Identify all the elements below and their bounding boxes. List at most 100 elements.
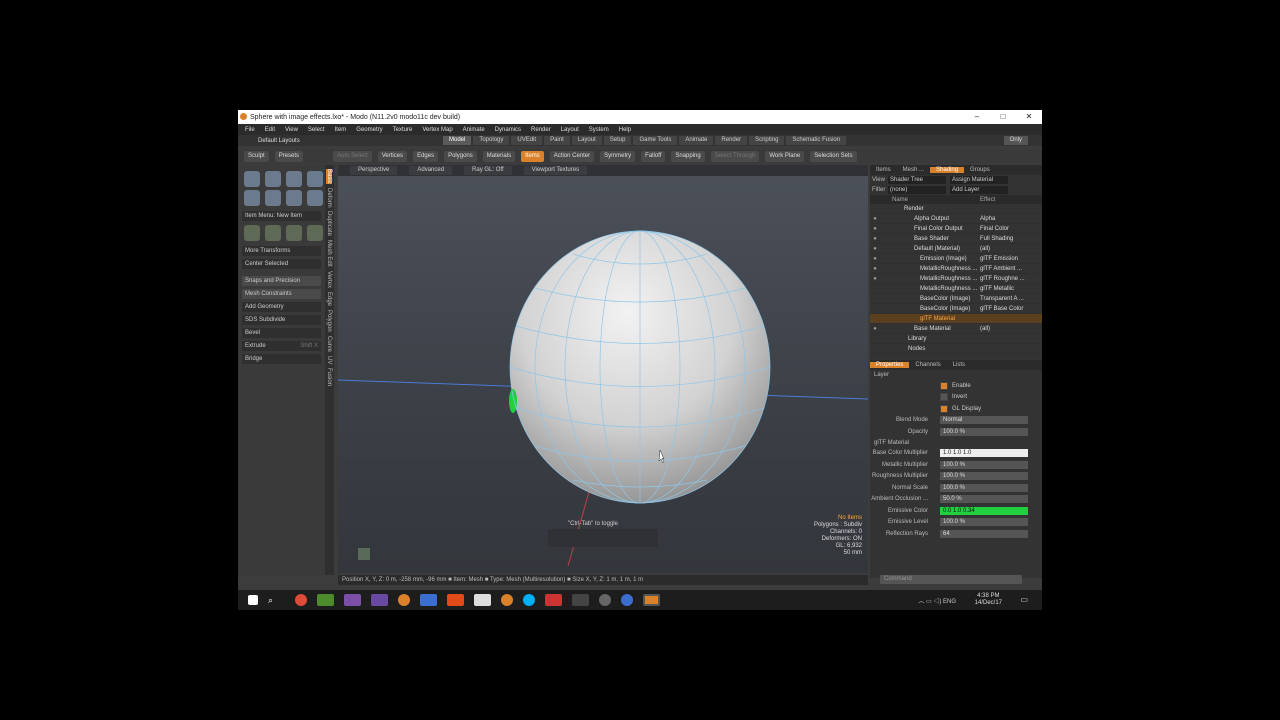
sphere-tool-icon[interactable]	[265, 171, 281, 187]
mesh-constraints-button[interactable]: Mesh Constraints	[242, 289, 321, 299]
github-icon[interactable]	[599, 594, 611, 606]
tree-row[interactable]: Render	[870, 204, 1042, 214]
invert-checkbox[interactable]	[940, 393, 948, 402]
maximize-icon[interactable]: □	[990, 110, 1016, 124]
eye-icon[interactable]: ●	[870, 216, 880, 222]
normal-scale-field[interactable]: 100.0 %	[940, 483, 1028, 492]
items-button[interactable]: Items	[521, 150, 544, 162]
ray-gl-toggle[interactable]: Ray GL: Off	[464, 166, 512, 175]
view-dropdown[interactable]: Shader Tree	[888, 176, 946, 184]
menu-view[interactable]: View	[285, 127, 298, 133]
menu-item[interactable]: Item	[335, 127, 347, 133]
viewport-textures-toggle[interactable]: Viewport Textures	[523, 166, 588, 175]
blend-mode-dropdown[interactable]: Normal	[940, 416, 1028, 425]
filter-dropdown[interactable]: (none)	[888, 186, 946, 194]
base-color-multiplier-field[interactable]: 1.0 1.0 1.0	[940, 449, 1028, 458]
tab-duplicate[interactable]: Duplicate	[326, 211, 332, 236]
vivaldi-icon[interactable]	[447, 594, 464, 606]
menu-vertex-map[interactable]: Vertex Map	[422, 127, 452, 133]
menu-geometry[interactable]: Geometry	[356, 127, 382, 133]
tab-render[interactable]: Render	[715, 136, 748, 145]
eye-icon[interactable]: ●	[870, 326, 880, 332]
menu-dynamics[interactable]: Dynamics	[495, 127, 521, 133]
tab-shading[interactable]: Shading	[930, 167, 965, 173]
tree-row[interactable]: ● Emission (Image) glTF Emission	[870, 254, 1042, 264]
snapping-button[interactable]: Snapping	[671, 150, 705, 162]
blender-icon[interactable]	[621, 594, 633, 606]
gltf-section[interactable]: glTF Material	[870, 438, 1042, 448]
language-indicator[interactable]: ENG	[943, 599, 956, 605]
bevel-button[interactable]: Bevel	[242, 328, 321, 338]
eye-icon[interactable]: ●	[870, 246, 880, 252]
tree-row[interactable]: Nodes	[870, 344, 1042, 354]
symmetry-button[interactable]: Symmetry	[600, 150, 636, 162]
gl-display-checkbox[interactable]	[940, 404, 948, 413]
cylinder-tool-icon[interactable]	[286, 171, 302, 187]
tree-row[interactable]: ● MetallicRoughness ... glTF Ambient ...	[870, 264, 1042, 274]
tab-animate[interactable]: Animate	[679, 136, 714, 145]
3d-viewport[interactable]: Perspective Advanced Ray GL: Off Viewpor…	[338, 165, 868, 573]
sds-subdivide-button[interactable]: SDS Subdivide	[242, 315, 321, 325]
explorer-icon[interactable]	[474, 594, 491, 606]
menu-render[interactable]: Render	[531, 127, 551, 133]
work-plane-button[interactable]: Work Plane	[765, 150, 805, 162]
eye-icon[interactable]: ●	[870, 226, 880, 232]
tab-scripting[interactable]: Scripting	[749, 136, 785, 145]
menu-layout[interactable]: Layout	[561, 127, 579, 133]
chrome-icon[interactable]	[295, 594, 307, 606]
enable-checkbox[interactable]	[940, 381, 948, 390]
select-through-button[interactable]: Select Through	[710, 150, 760, 162]
item-menu-dropdown[interactable]: Item Menu: New Item	[242, 211, 321, 221]
visual-studio-code-icon[interactable]	[371, 594, 388, 606]
cube-tool-icon[interactable]	[244, 171, 260, 187]
viewport-pie-toolbar[interactable]	[548, 529, 658, 547]
terminal-icon[interactable]	[572, 594, 589, 606]
menu-system[interactable]: System	[589, 127, 609, 133]
visual-studio-icon[interactable]	[344, 594, 361, 606]
ambient-occlusion-field[interactable]: 50.0 %	[940, 495, 1028, 504]
tab-polygon[interactable]: Polygon	[326, 310, 332, 332]
notepad-icon[interactable]	[317, 594, 334, 606]
tree-row[interactable]: ● Default (Material) (all)	[870, 244, 1042, 254]
add-geometry-button[interactable]: Add Geometry	[242, 302, 321, 312]
move-tool-icon[interactable]	[244, 225, 260, 241]
text-tool-icon[interactable]	[307, 190, 323, 206]
tab-vertex[interactable]: Vertex	[326, 271, 332, 288]
tab-uvedit[interactable]: UVEdit	[511, 136, 543, 145]
tray-icons[interactable]: ︿ ▭ ◁) ENG	[918, 596, 956, 605]
tree-row[interactable]: BaseColor (Image) glTF Base Color	[870, 304, 1042, 314]
cone-tool-icon[interactable]	[307, 171, 323, 187]
tab-mesh-edit[interactable]: Mesh Edit	[326, 240, 332, 267]
eye-icon[interactable]: ●	[870, 236, 880, 242]
tab-basic[interactable]: Basic	[326, 169, 332, 184]
menu-animate[interactable]: Animate	[463, 127, 485, 133]
app-icon[interactable]	[545, 594, 562, 606]
tree-row[interactable]: ● Alpha Output Alpha	[870, 214, 1042, 224]
menu-help[interactable]: Help	[619, 127, 631, 133]
tab-setup[interactable]: Setup	[603, 136, 632, 145]
tree-row-selected[interactable]: glTF Material	[870, 314, 1042, 324]
emissive-level-field[interactable]: 100.0 %	[940, 518, 1028, 527]
extrude-button[interactable]: Extrude Shift X	[242, 341, 321, 351]
pen-tool-icon[interactable]	[286, 190, 302, 206]
tree-row[interactable]: ● MetallicRoughness ... glTF Roughne ...	[870, 274, 1042, 284]
tab-uv[interactable]: UV	[326, 356, 332, 364]
eye-icon[interactable]: ●	[870, 266, 880, 272]
tab-topology[interactable]: Topology	[473, 136, 510, 145]
tab-curve[interactable]: Curve	[326, 336, 332, 352]
scale-tool-icon[interactable]	[286, 225, 302, 241]
eye-icon[interactable]: ●	[870, 276, 880, 282]
tab-layout[interactable]: Layout	[571, 136, 602, 145]
tab-lists[interactable]: Lists	[947, 362, 971, 368]
tab-fusion[interactable]: Fusion	[326, 368, 332, 386]
tab-paint[interactable]: Paint	[544, 136, 570, 145]
tab-deform[interactable]: Deform	[326, 188, 332, 208]
sculpt-button[interactable]: Sculpt	[244, 150, 269, 162]
capsule-tool-icon[interactable]	[265, 190, 281, 206]
skype-icon[interactable]	[523, 594, 535, 606]
snaps-and-precision-button[interactable]: Snaps and Precision	[242, 276, 321, 286]
tab-schematic-fusion[interactable]: Schematic Fusion	[786, 136, 847, 145]
reflection-rays-field[interactable]: 64	[940, 529, 1028, 538]
save-icon[interactable]	[420, 594, 437, 606]
modo-icon-2[interactable]	[501, 594, 513, 606]
